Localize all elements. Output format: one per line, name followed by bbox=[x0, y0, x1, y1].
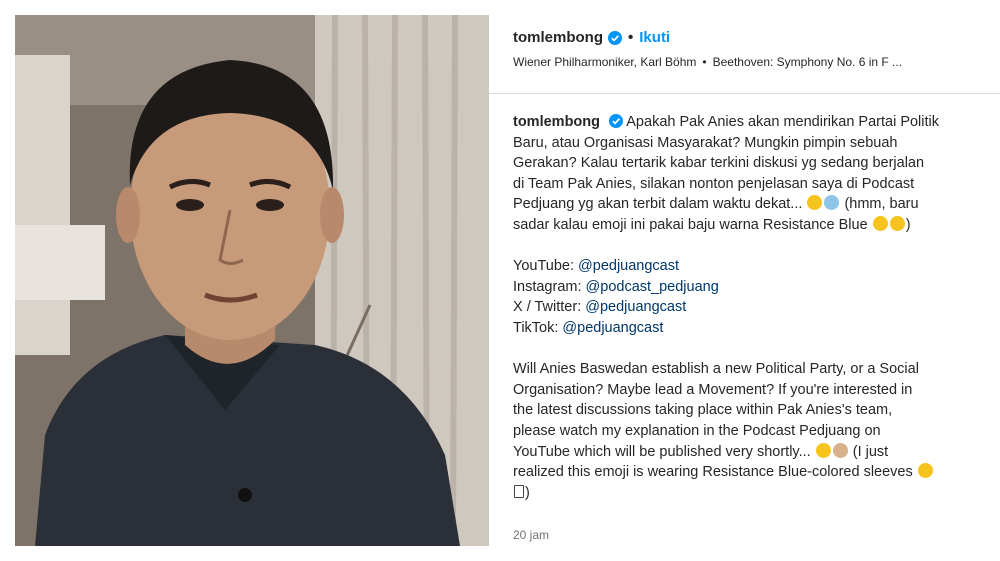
social-link-row: X / Twitter: @pedjuangcast bbox=[513, 297, 1000, 318]
post-details: tomlembong • Ikuti Wiener Philharmoniker… bbox=[489, 15, 1000, 546]
video-frame-illustration bbox=[15, 15, 489, 546]
caption-text: realized this emoji is wearing Resistanc… bbox=[513, 464, 913, 481]
caption-text: (I just bbox=[852, 443, 889, 460]
caption-line: realized this emoji is wearing Resistanc… bbox=[513, 462, 1000, 483]
laughing-emoji-icon bbox=[872, 215, 888, 231]
audio-track: Beethoven: Symphony No. 6 in F ... bbox=[712, 55, 903, 69]
audio-artist: Wiener Philharmoniker, Karl Böhm bbox=[513, 55, 697, 69]
caption-text: Apakah Pak Anies akan mendirikan Partai … bbox=[626, 114, 939, 130]
youtube-mention-link[interactable]: @pedjuangcast bbox=[578, 258, 679, 274]
post-caption: tomlembong Apakah Pak Anies akan mendiri… bbox=[513, 112, 1000, 503]
social-label: TikTok: bbox=[513, 319, 559, 336]
post-timestamp: 20 jam bbox=[513, 528, 550, 542]
tiktok-mention-link[interactable]: @pedjuangcast bbox=[562, 320, 663, 336]
social-link-row: TikTok: @pedjuangcast bbox=[513, 318, 1000, 339]
verified-badge-icon bbox=[608, 30, 622, 45]
folded-hands-emoji-icon bbox=[832, 442, 848, 458]
caption-line: the latest discussions taking place with… bbox=[513, 402, 893, 419]
caption-text: YouTube which will be published very sho… bbox=[513, 443, 811, 460]
missing-glyph-icon bbox=[514, 484, 524, 498]
caption-text: (hmm, baru bbox=[844, 196, 919, 213]
caption-line: YouTube which will be published very sho… bbox=[513, 442, 1000, 463]
smile-emoji-icon bbox=[815, 442, 831, 458]
follow-button[interactable]: Ikuti bbox=[639, 29, 670, 46]
caption-text: sadar kalau emoji ini pakai baju warna R… bbox=[513, 216, 868, 233]
verified-badge-icon bbox=[609, 114, 624, 128]
social-label: Instagram: bbox=[513, 278, 582, 295]
audio-attribution[interactable]: Wiener Philharmoniker, Karl Böhm • Beeth… bbox=[513, 55, 902, 69]
social-link-row: Instagram: @podcast_pedjuang bbox=[513, 277, 1000, 298]
instagram-mention-link[interactable]: @podcast_pedjuang bbox=[586, 279, 719, 295]
crying-emoji-icon bbox=[889, 215, 905, 231]
post-header: tomlembong • Ikuti Wiener Philharmoniker… bbox=[489, 15, 1000, 94]
smile-emoji-icon bbox=[807, 195, 823, 211]
separator-dot: • bbox=[628, 29, 634, 46]
caption-line: sadar kalau emoji ini pakai baju warna R… bbox=[513, 215, 1000, 236]
caption-line: Gerakan? Kalau tertarik kabar terkini di… bbox=[513, 155, 925, 172]
caption-text: Pedjuang yg akan terbit dalam waktu deka… bbox=[513, 196, 803, 213]
caption-line: Pedjuang yg akan terbit dalam waktu deka… bbox=[513, 194, 1000, 215]
bowing-person-emoji-icon bbox=[824, 195, 840, 211]
caption-line: Baru, atau Organisasi Masyarakat? Mungki… bbox=[513, 134, 898, 151]
author-username[interactable]: tomlembong bbox=[513, 29, 603, 46]
social-label: YouTube: bbox=[513, 258, 575, 275]
caption-line: please watch my explanation in the Podca… bbox=[513, 422, 881, 439]
caption-line: tomlembong Apakah Pak Anies akan mendiri… bbox=[513, 112, 1000, 133]
post-media[interactable] bbox=[15, 15, 489, 546]
caption-line: di Team Pak Anies, silakan nonton penjel… bbox=[513, 175, 915, 192]
social-link-row: YouTube: @pedjuangcast bbox=[513, 256, 1000, 277]
laughing-emoji-icon bbox=[917, 463, 933, 479]
caption-text: ) bbox=[905, 216, 911, 233]
caption-line: Organisation? Maybe lead a Movement? If … bbox=[513, 381, 913, 398]
twitter-mention-link[interactable]: @pedjuangcast bbox=[585, 299, 686, 315]
caption-line: Will Anies Baswedan establish a new Poli… bbox=[513, 361, 919, 378]
author-line: tomlembong • Ikuti bbox=[513, 29, 670, 46]
audio-separator: • bbox=[702, 55, 707, 69]
caption-text: ) bbox=[525, 484, 530, 501]
caption-username[interactable]: tomlembong bbox=[513, 114, 600, 130]
caption-line: ) bbox=[513, 483, 1000, 504]
social-label: X / Twitter: bbox=[513, 299, 582, 316]
